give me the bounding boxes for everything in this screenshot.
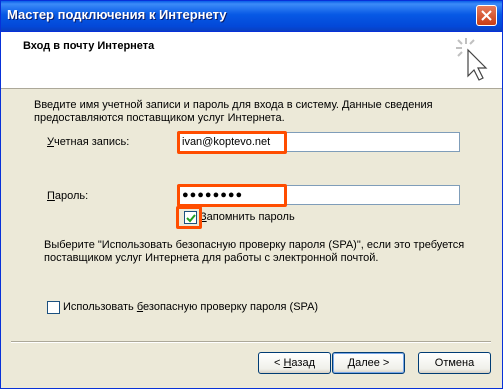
- remember-highlight: [176, 206, 202, 229]
- remember-password-label[interactable]: Запомнить пароль: [200, 211, 295, 223]
- wizard-sparkle-cursor-icon: [456, 38, 488, 81]
- spa-checkbox-label[interactable]: Использовать безопасную проверку пароля …: [63, 301, 318, 313]
- close-icon: [481, 10, 492, 21]
- account-highlight: [177, 131, 287, 154]
- title-bar: Мастер подключения к Интернету: [1, 1, 502, 32]
- instructions-text: Введите имя учетной записи и пароль для …: [34, 99, 433, 124]
- spa-description: Выберите "Использовать безопасную провер…: [44, 239, 465, 264]
- footer-divider: [11, 341, 491, 343]
- account-label: Учетная запись:: [47, 136, 130, 148]
- page-title: Вход в почту Интернета: [23, 40, 155, 52]
- next-button[interactable]: Далее >: [332, 352, 405, 374]
- back-button[interactable]: < Назад: [258, 352, 331, 374]
- password-highlight: [177, 184, 287, 207]
- close-button[interactable]: [476, 5, 497, 26]
- cancel-button[interactable]: Отмена: [418, 352, 491, 374]
- wizard-header: Вход в почту Интернета: [1, 32, 502, 89]
- password-label: Пароль:: [47, 190, 89, 202]
- spa-checkbox[interactable]: [47, 301, 60, 314]
- wizard-window: Мастер подключения к Интернету Вход в по…: [0, 0, 503, 389]
- window-title: Мастер подключения к Интернету: [7, 7, 227, 22]
